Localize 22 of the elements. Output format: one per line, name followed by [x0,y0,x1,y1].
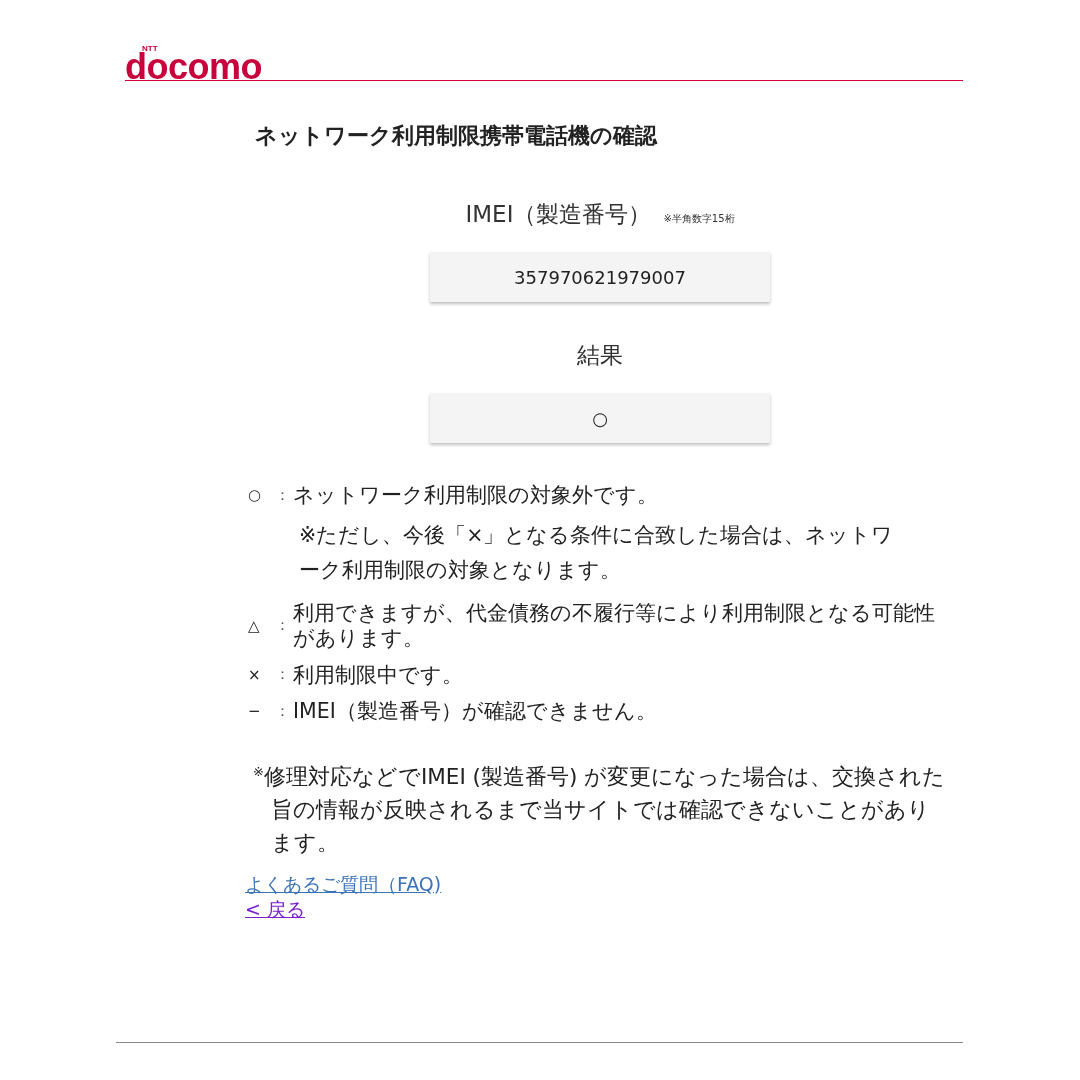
legend-symbol: ○ [247,486,263,505]
notice-text: $^{※}$修理対応などでIMEI (製造番号) が変更になった場合は、交換された旨の情報が反映されるまで当サイトでは確認できないことがあります。 [253,762,947,858]
link[interactable]: よくあるご質問（FAQ) [245,871,442,898]
field-label: 結果 [577,341,623,370]
legend-symbol: − [247,702,262,721]
legend-text: 利用制限中です。 [293,662,464,688]
imei-field: 357970621979007 [430,252,770,302]
legend-symbol: × [247,665,262,684]
legend-separator: ： [275,616,291,636]
legend-separator: ： [275,665,291,685]
legend-text: ネットワーク利用制限の対象外です。 [293,483,659,508]
page-title: ネットワーク利用制限携帯電話機の確認 [255,122,659,150]
link[interactable]: < 戻る [245,897,305,923]
legend-symbol: △ [247,616,261,635]
legend-note: ※ただし、今後「×」となる条件に合致した場合は、ネットワーク利用制限の対象となります。 [299,521,895,585]
legend-text: 利用できますが、代金債務の不履行等により利用制限となる可能性があります。 [293,601,936,651]
legend-text: IMEI（製造番号）が確認できません。 [293,699,658,724]
field-label: IMEI（製造番号） [465,200,652,229]
legend-separator: ： [275,485,291,505]
legend-separator: ： [275,701,291,721]
result-field: ○ [430,393,770,443]
field-hint: ※半角数字15桁 [663,212,735,226]
